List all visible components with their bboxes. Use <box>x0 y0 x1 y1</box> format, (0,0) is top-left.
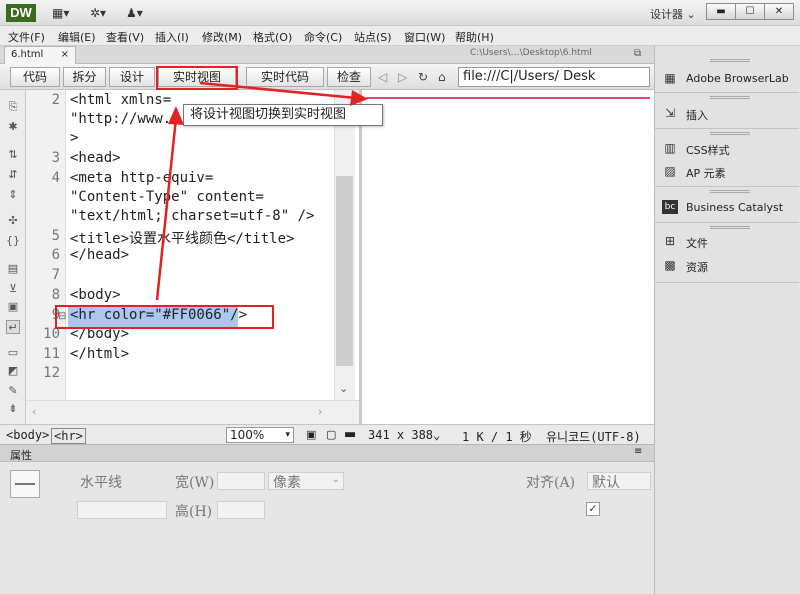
arrowhead-up-icon <box>168 106 184 125</box>
annotation-arrows <box>155 81 368 301</box>
annotation-arrow-right <box>199 81 357 100</box>
arrowhead-right-icon <box>350 90 368 106</box>
annotation-arrow-up <box>155 117 178 301</box>
